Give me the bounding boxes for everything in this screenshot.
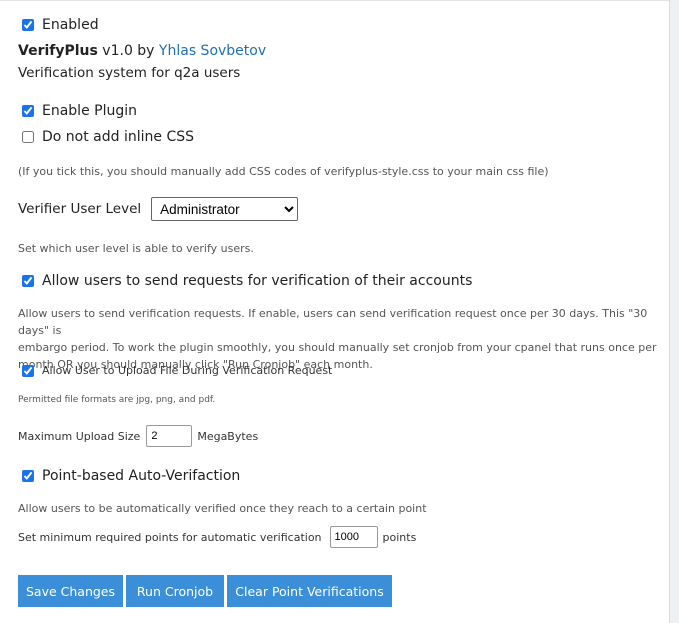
min-points-label: Set minimum required points for automati… [18,530,322,544]
allow-requests-checkbox[interactable] [22,275,34,287]
upload-formats-note: Permitted file formats are jpg, png, and… [18,395,216,405]
plugin-version: v1.0 by [102,43,155,59]
allow-requests-note-line1: Allow users to send verification request… [18,307,648,337]
enable-plugin-checkbox[interactable] [22,105,34,117]
allow-upload-row: Allow User to Upload File During Verific… [20,364,332,377]
allow-requests-note: Allow users to send verification request… [18,305,669,373]
save-changes-button[interactable]: Save Changes [18,575,123,607]
no-inline-css-checkbox[interactable] [22,131,34,143]
allow-upload-label: Allow User to Upload File During Verific… [42,364,333,377]
max-upload-label: Maximum Upload Size [18,429,141,443]
inline-css-note: (If you tick this, you should manually a… [18,165,549,178]
point-auto-note: Allow users to be automatically verified… [18,502,427,515]
allow-upload-checkbox[interactable] [22,364,34,377]
enabled-row: Enabled [20,17,99,33]
no-inline-css-label: Do not add inline CSS [42,129,195,145]
plugin-name: VerifyPlus [18,43,98,59]
verifier-level-label: Verifier User Level [18,201,142,217]
enabled-checkbox[interactable] [22,19,34,31]
allow-requests-label: Allow users to send requests for verific… [42,273,473,289]
enable-plugin-row: Enable Plugin [20,103,137,119]
verifier-level-row: Verifier User Level Administrator [18,197,299,221]
run-cronjob-button[interactable]: Run Cronjob [126,575,224,607]
min-points-input[interactable] [329,526,378,548]
point-auto-checkbox[interactable] [22,470,34,482]
max-upload-row: Maximum Upload Size MegaBytes [18,425,258,447]
allow-requests-row: Allow users to send requests for verific… [20,273,472,289]
plugin-settings-panel: Enabled VerifyPlus v1.0 by Yhlas Sovbeto… [0,0,670,623]
verifier-level-select[interactable]: Administrator [151,197,299,221]
min-points-row: Set minimum required points for automati… [18,526,416,548]
clear-point-verifications-button[interactable]: Clear Point Verifications [227,575,392,607]
max-upload-input[interactable] [146,425,193,447]
point-auto-row: Point-based Auto-Verifaction [20,468,240,484]
top-divider [0,0,669,1]
point-auto-label: Point-based Auto-Verifaction [42,468,241,484]
allow-requests-note-line2: embargo period. To work the plugin smoot… [18,341,657,354]
author-link[interactable]: Yhlas Sovbetov [159,43,266,59]
plugin-description: Verification system for q2a users [18,65,241,81]
verifier-level-note: Set which user level is able to verify u… [18,242,254,255]
no-inline-css-row: Do not add inline CSS [20,129,194,145]
enabled-label: Enabled [42,17,99,33]
min-points-unit: points [382,530,417,544]
enable-plugin-label: Enable Plugin [42,103,137,119]
plugin-title: VerifyPlus v1.0 by Yhlas Sovbetov [18,43,266,59]
max-upload-unit: MegaBytes [197,429,259,443]
